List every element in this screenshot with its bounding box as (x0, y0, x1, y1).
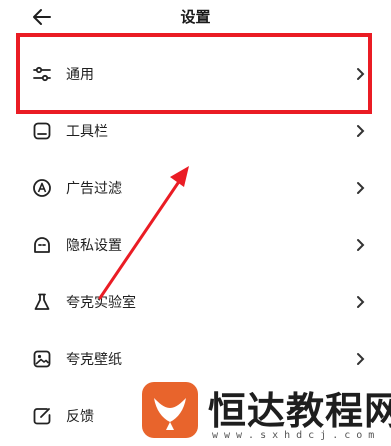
privacy-icon (34, 237, 50, 253)
chevron-right-icon (357, 239, 365, 251)
settings-item-label: 隐私设置 (66, 238, 122, 254)
toolbar-icon (33, 122, 51, 140)
watermark-text: 恒达教程网 (208, 389, 391, 433)
settings-item-label: 工具栏 (66, 124, 108, 140)
settings-item-label: 夸克实验室 (66, 295, 136, 311)
watermark-logo (142, 382, 198, 438)
page-title: 设置 (180, 8, 211, 26)
highlight-box (16, 33, 372, 114)
chevron-right-icon (357, 125, 365, 137)
settings-item-privacy[interactable]: 隐私设置 (0, 217, 391, 274)
chevron-right-icon (357, 353, 365, 365)
chevron-right-icon (357, 296, 365, 308)
wallpaper-icon (33, 350, 51, 368)
settings-item-ad-filter[interactable]: 广告过滤 (0, 160, 391, 217)
watermark-url: www.sxhdcj.com (212, 430, 381, 441)
settings-item-label: 广告过滤 (66, 181, 122, 197)
header-bar: 设置 (0, 0, 391, 34)
settings-item-label: 反馈 (66, 409, 94, 425)
feedback-icon (33, 408, 51, 425)
flask-icon (34, 293, 50, 310)
ad-filter-icon (33, 179, 51, 197)
settings-item-label: 夸克壁纸 (66, 352, 122, 368)
chevron-right-icon (357, 182, 365, 194)
settings-item-lab[interactable]: 夸克实验室 (0, 274, 391, 331)
